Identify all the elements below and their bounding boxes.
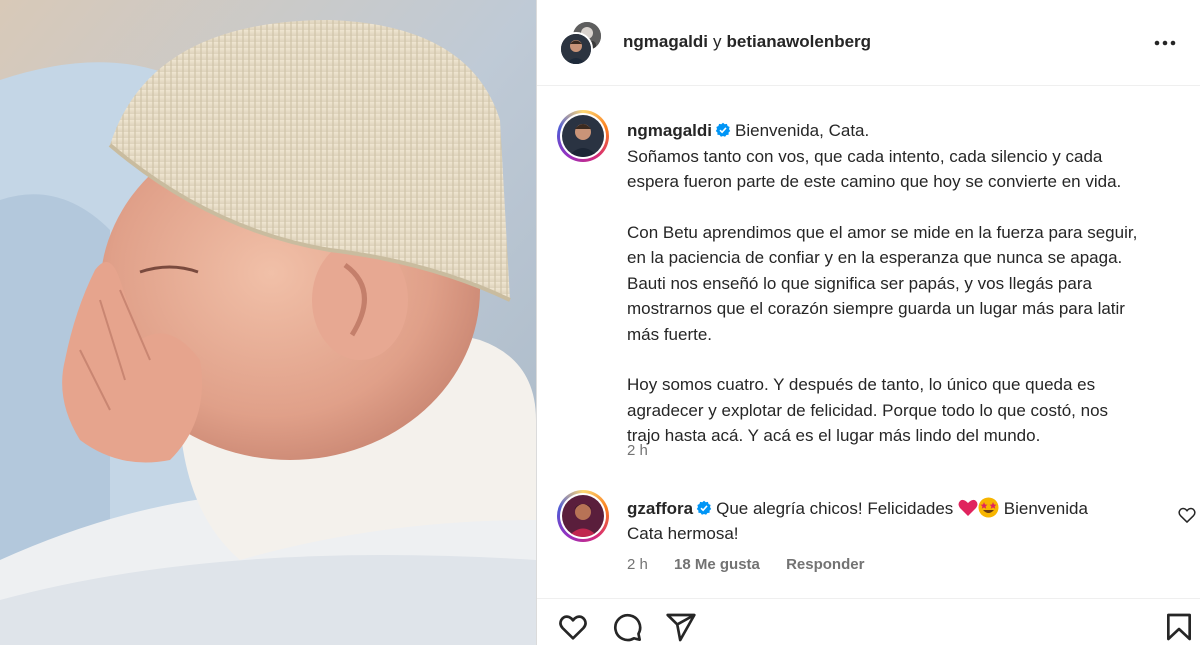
comment-username[interactable]: gzaffora (627, 499, 693, 518)
avatar-ngmagaldi (562, 115, 604, 157)
red-heart-emoji (958, 499, 978, 516)
post-actions-bar (537, 598, 1200, 645)
verified-badge-icon (715, 122, 731, 137)
post-photo[interactable] (0, 0, 536, 645)
avatar-ngmagaldi-small[interactable] (559, 32, 593, 66)
heart-outline-icon (1178, 507, 1196, 523)
like-button[interactable] (557, 611, 589, 643)
comment-story-ring[interactable] (557, 490, 609, 542)
baby-photo-illustration (0, 0, 536, 645)
caption-line-11: trajo hasta acá. Y acá es el lugar más l… (627, 426, 1041, 445)
comment-text: gzaffora Que alegría chicos! Felicidades … (627, 496, 1137, 546)
caption-line-1: Bienvenida, Cata. (735, 121, 870, 140)
collab-avatars[interactable] (559, 20, 605, 66)
comment-text-part-b: Bienvenida (1003, 499, 1088, 518)
comment-text-part-c: Cata hermosa! (627, 524, 739, 543)
star-struck-emoji (978, 497, 999, 518)
header-username-1[interactable]: ngmagaldi (623, 32, 708, 51)
caption-timestamp[interactable]: 2 h (627, 442, 648, 459)
story-ring[interactable] (557, 110, 609, 162)
comment-likes-count[interactable]: 18 Me gusta (674, 556, 760, 573)
caption-line-2: Soñamos tanto con vos, que cada intento,… (627, 146, 1103, 166)
comment-timestamp[interactable]: 2 h (627, 556, 648, 573)
header-username-2[interactable]: betianawolenberg (727, 32, 872, 51)
comment-like-button[interactable] (1177, 505, 1197, 525)
comment-button[interactable] (611, 611, 643, 643)
caption-line-7: mostrarnos que el corazón siempre guarda… (627, 299, 1125, 318)
bookmark-icon (1167, 613, 1191, 641)
paper-plane-icon (666, 613, 696, 642)
comment-reply-button[interactable]: Responder (786, 556, 864, 573)
post-header: ngmagaldi y betianawolenberg (537, 0, 1200, 86)
caption-line-4: Con Betu aprendimos que el amor se mide … (627, 222, 1138, 242)
caption-line-5: en la paciencia de confiar y en la esper… (627, 248, 1123, 267)
collab-usernames: ngmagaldi y betianawolenberg (623, 32, 871, 52)
caption-text: ngmagaldi Bienvenida, Cata. Soñamos tanto… (627, 118, 1187, 449)
save-button[interactable] (1163, 611, 1195, 643)
more-horizontal-icon (1154, 40, 1176, 46)
post-detail-pane: ngmagaldi y betianawolenberg ngmagaldi Bien… (536, 0, 1200, 645)
heart-outline-icon (559, 615, 587, 640)
more-options-button[interactable] (1149, 30, 1181, 56)
caption-line-10: agradecer y explotar de felicidad. Porqu… (627, 400, 1109, 420)
share-button[interactable] (665, 611, 697, 643)
avatar-gzaffora (562, 495, 604, 537)
header-conjunction: y (713, 32, 722, 51)
verified-badge-icon (696, 500, 712, 515)
caption-username[interactable]: ngmagaldi (627, 121, 712, 140)
caption-line-3: espera fueron parte de este camino que h… (627, 172, 1122, 191)
comment-text-part-a: Que alegría chicos! Felicidades (716, 499, 954, 518)
comment-meta: 2 h 18 Me gusta Responder (627, 556, 886, 573)
caption-line-9: Hoy somos cuatro. Y después de tanto, lo… (627, 375, 1096, 394)
speech-bubble-icon (614, 613, 642, 642)
caption-line-8: más fuerte. (627, 324, 713, 344)
caption-line-6: Bauti nos enseñó lo que significa ser pa… (627, 273, 1092, 293)
